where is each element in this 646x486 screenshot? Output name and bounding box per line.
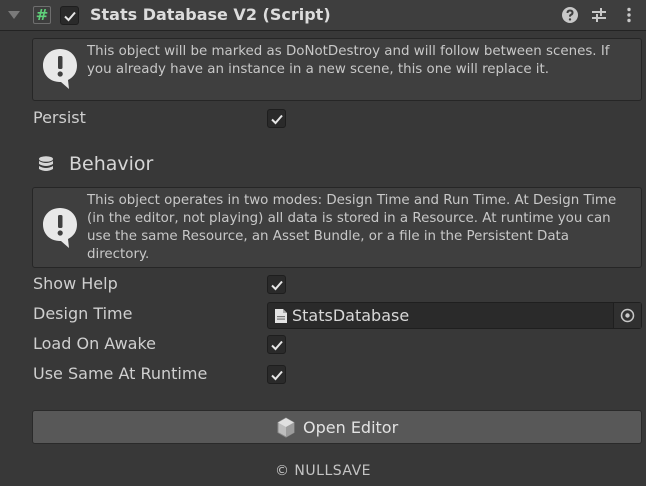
load-on-awake-label: Load On Awake (33, 334, 157, 353)
checkmark-icon (271, 370, 283, 381)
component-enabled-checkbox[interactable] (60, 6, 79, 25)
checkmark-icon (271, 280, 283, 291)
checkmark-icon (64, 11, 76, 22)
persist-help-box: This object will be marked as DoNotDestr… (32, 38, 642, 101)
component-header[interactable]: # Stats Database V2 (Script) (0, 0, 646, 31)
behavior-help-box: This object operates in two modes: Desig… (32, 187, 642, 268)
checkmark-icon (271, 340, 283, 351)
hexagon-icon (277, 417, 295, 438)
design-time-value: StatsDatabase (292, 306, 410, 325)
use-same-at-runtime-label: Use Same At Runtime (33, 364, 208, 383)
open-editor-button[interactable]: Open Editor (32, 410, 642, 444)
design-time-object-field[interactable]: StatsDatabase (267, 302, 642, 329)
load-on-awake-checkbox[interactable] (267, 335, 286, 354)
component-title: Stats Database V2 (Script) (90, 5, 331, 24)
persist-label: Persist (33, 108, 86, 127)
info-bubble-icon (43, 208, 77, 248)
design-time-label: Design Time (33, 304, 133, 323)
help-icon[interactable] (561, 6, 579, 24)
footer-credit: © NULLSAVE (274, 463, 372, 479)
kebab-menu-icon[interactable] (620, 6, 638, 24)
persist-help-text: This object will be marked as DoNotDestr… (87, 44, 610, 77)
database-icon (39, 156, 53, 171)
behavior-help-text: This object operates in two modes: Desig… (87, 193, 617, 262)
document-icon (275, 309, 287, 323)
use-same-at-runtime-checkbox[interactable] (267, 365, 286, 384)
preset-icon[interactable] (590, 6, 608, 24)
info-bubble-icon (43, 49, 77, 89)
show-help-checkbox[interactable] (267, 275, 286, 294)
behavior-section-title: Behavior (69, 153, 154, 175)
object-picker-button[interactable] (613, 303, 641, 328)
open-editor-label: Open Editor (303, 418, 399, 437)
foldout-arrow-icon[interactable] (8, 11, 20, 19)
target-icon (620, 308, 635, 323)
persist-checkbox[interactable] (267, 109, 286, 128)
script-icon: # (33, 6, 51, 24)
show-help-label: Show Help (33, 274, 118, 293)
inspector-panel: # Stats Database V2 (Script) This object… (0, 0, 646, 486)
checkmark-icon (271, 114, 283, 125)
